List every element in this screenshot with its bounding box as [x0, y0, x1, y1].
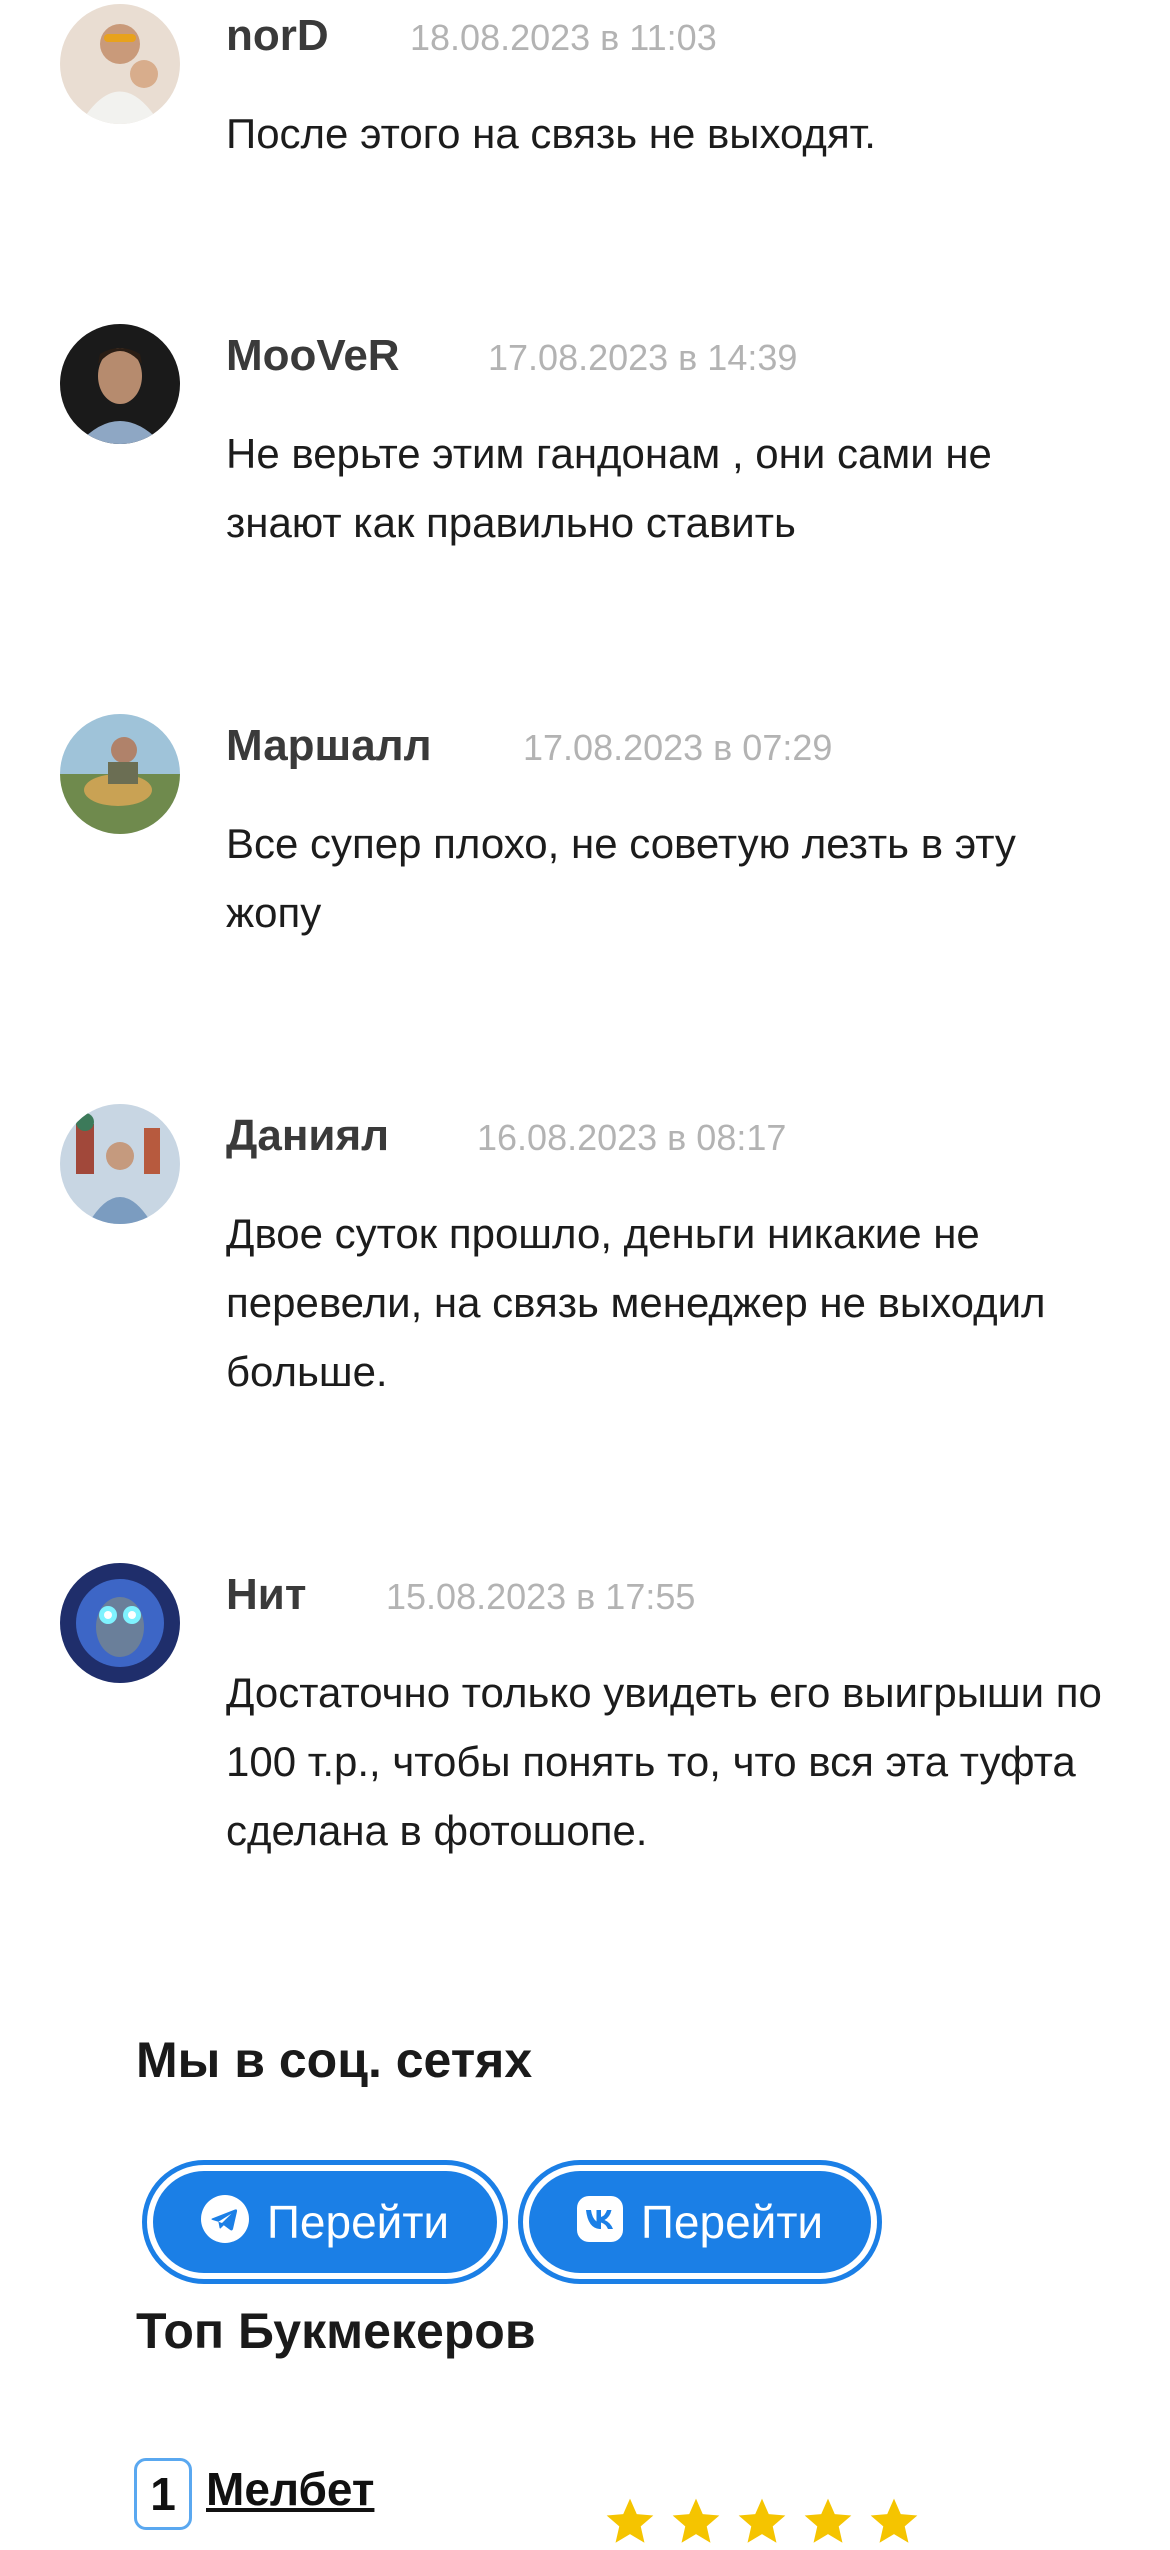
- comment-author: norD: [226, 11, 329, 60]
- vk-button-inner: Перейти: [529, 2171, 871, 2273]
- star-icon: [606, 2498, 654, 2543]
- comment-date: 16.08.2023 в 08:17: [477, 1117, 787, 1158]
- avatar[interactable]: [60, 4, 180, 124]
- rating-stars: [602, 2494, 922, 2550]
- bookmaker-rank: 1: [134, 2458, 192, 2530]
- comment-text: Достаточно только увидеть его выигрыши п…: [226, 1669, 1102, 1854]
- vk-button-label: Перейти: [640, 2196, 824, 2248]
- comment-date: 18.08.2023 в 11:03: [410, 17, 717, 58]
- social-section-title: Мы в соц. сетях: [136, 2032, 533, 2088]
- comment-text: Двое суток прошло, деньги никакие не пер…: [226, 1210, 1046, 1395]
- telegram-button[interactable]: Перейти: [142, 2160, 508, 2284]
- bookmakers-section-title: Топ Букмекеров: [136, 2303, 536, 2359]
- comment-text: После этого на связь не выходят.: [226, 110, 876, 157]
- comment-date: 15.08.2023 в 17:55: [386, 1576, 696, 1617]
- vk-button[interactable]: Перейти: [518, 2160, 882, 2284]
- telegram-button-label: Перейти: [266, 2196, 450, 2248]
- star-icon: [804, 2498, 852, 2543]
- vk-icon: [576, 2195, 641, 2249]
- avatar[interactable]: [60, 1563, 180, 1683]
- star-icon: [672, 2498, 720, 2543]
- comment-text: Все супер плохо, не советую лезть в эту …: [226, 820, 1016, 936]
- comment-text: Не верьте этим гандонам , они сами не зн…: [226, 430, 992, 546]
- comment-author: Маршалл: [226, 721, 432, 770]
- avatar[interactable]: [60, 714, 180, 834]
- comment-author: Нит: [226, 1570, 307, 1619]
- star-icon: [870, 2498, 918, 2543]
- comment-date: 17.08.2023 в 14:39: [488, 337, 798, 378]
- comment-date: 17.08.2023 в 07:29: [523, 727, 833, 768]
- telegram-icon: [200, 2194, 267, 2250]
- telegram-button-inner: Перейти: [153, 2171, 497, 2273]
- avatar[interactable]: [60, 324, 180, 444]
- comment-author: Даниял: [226, 1111, 390, 1160]
- avatar[interactable]: [60, 1104, 180, 1224]
- comment-author: MooVeR: [226, 331, 400, 380]
- bookmaker-link[interactable]: Мелбет: [206, 2466, 374, 2512]
- star-icon: [738, 2498, 786, 2543]
